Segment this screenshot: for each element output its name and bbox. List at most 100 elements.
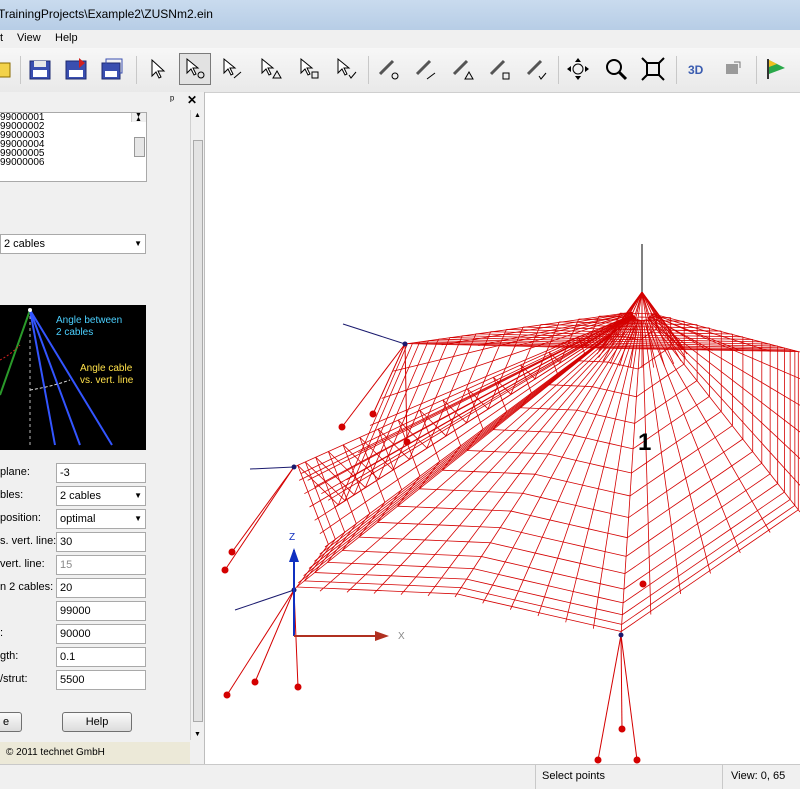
mesh-line [582,484,599,490]
angle-between-input[interactable]: 20 [56,578,146,598]
select-triangles-icon[interactable] [254,53,286,85]
pan-icon[interactable] [562,53,594,85]
mesh-line [323,587,351,590]
pen-check-icon[interactable] [520,53,552,85]
new-icon[interactable] [0,53,20,85]
mesh-line [434,554,459,556]
pen-point-icon[interactable] [372,53,404,85]
mesh-line [612,362,619,365]
mesh-line [462,418,467,424]
save-export-icon[interactable] [60,53,92,85]
zoom-icon[interactable] [600,53,632,85]
mesh-line [655,401,667,410]
cable-type-select[interactable]: 2 cables [0,234,146,254]
field-label: bles: [0,489,24,501]
menu-view[interactable]: View [17,32,41,44]
mesh-line [573,337,602,340]
mesh-line [534,473,551,479]
model-viewport[interactable]: Z X 1 [205,92,800,764]
cables-select[interactable]: 2 cables [56,486,146,506]
anchor-point[interactable] [338,423,346,431]
select-squares-icon[interactable] [293,53,325,85]
anchor-point[interactable] [633,756,641,764]
field-value: 0.1 [60,651,76,663]
mesh-line [538,339,569,341]
mesh-line [660,374,669,381]
mesh-line [402,538,425,541]
mesh-line [480,422,484,430]
strut-input[interactable]: 5500 [56,670,146,690]
help-button[interactable]: Help [62,712,132,732]
anchor-point[interactable] [228,548,236,556]
mesh-line [441,431,447,437]
mesh-line [561,456,577,461]
field-value: 30 [60,536,73,548]
corner-node[interactable] [618,632,624,638]
anchor-point[interactable] [369,410,377,418]
mesh-line [521,532,543,538]
plane-input[interactable]: -3 [56,463,146,483]
zoom-extents-icon[interactable] [637,53,669,85]
node-number-input[interactable]: 99000 [56,601,146,621]
menu-help[interactable]: Help [55,32,78,44]
length-input[interactable]: 0.1 [56,647,146,667]
mesh-line [680,448,699,462]
select-lines-icon[interactable] [216,53,248,85]
anchor-point[interactable] [639,580,647,588]
mesh-line [360,490,366,503]
mesh-line [457,437,461,446]
mesh-line [570,602,597,610]
anchor-point[interactable] [251,678,259,686]
mesh-line [329,526,336,540]
view-toggle-icon[interactable] [717,53,749,85]
mesh-line [393,443,400,450]
mesh-line [548,453,563,458]
save-grid-icon[interactable] [24,53,56,85]
field-value: -3 [60,467,70,479]
select-points-icon[interactable] [179,53,211,85]
mesh-line [324,513,331,527]
guy-cable [597,634,622,761]
position-select[interactable]: optimal [56,509,146,529]
anchor-point[interactable] [618,725,626,733]
select-arrow-icon[interactable] [142,53,174,85]
close-icon[interactable]: ✕ [187,93,197,107]
mesh-line [377,521,398,524]
anchor-point[interactable] [403,438,411,446]
list-scrollbar[interactable]: ▲ ▼ [131,113,146,157]
pen-square-icon[interactable] [483,53,515,85]
angle-vert-input[interactable]: 30 [56,532,146,552]
panel-scrollbar[interactable]: ▲ ▼ [190,110,204,740]
mesh-line [446,540,469,543]
anchor-point[interactable] [594,756,602,764]
view-3d-icon[interactable]: 3D [680,53,712,85]
mesh-line [569,523,589,530]
mesh-line [528,566,553,574]
angle-vert-2-input[interactable]: 15 [56,555,146,575]
menu-edit[interactable]: t [0,32,3,44]
select-check-icon[interactable] [330,53,362,85]
mesh-line [544,596,571,604]
pen-triangle-icon[interactable] [446,53,478,85]
list-item[interactable]: 99000006 [0,158,146,168]
mesh-line [393,469,399,480]
ok-button[interactable]: e [0,712,22,732]
mesh-line [624,336,628,338]
mesh-line [633,367,639,370]
anchor-point[interactable] [221,566,229,574]
run-flag-icon[interactable] [760,53,792,85]
anchor-point[interactable] [294,683,302,691]
mesh-line [624,420,635,424]
mesh-line [644,408,656,417]
mesh-line [360,461,367,469]
node-list[interactable]: 99000001 99000002 99000003 99000004 9900… [0,112,147,182]
pen-line-icon[interactable] [409,53,441,85]
mesh-line [426,427,431,436]
pin-icon[interactable]: ᵖ [170,94,174,106]
mesh-line [584,546,606,553]
anchor-point[interactable] [223,691,231,699]
element-number-input[interactable]: 90000 [56,624,146,644]
mesh-line [691,421,707,433]
mesh-line [658,422,672,432]
save-as-icon[interactable] [96,53,128,85]
